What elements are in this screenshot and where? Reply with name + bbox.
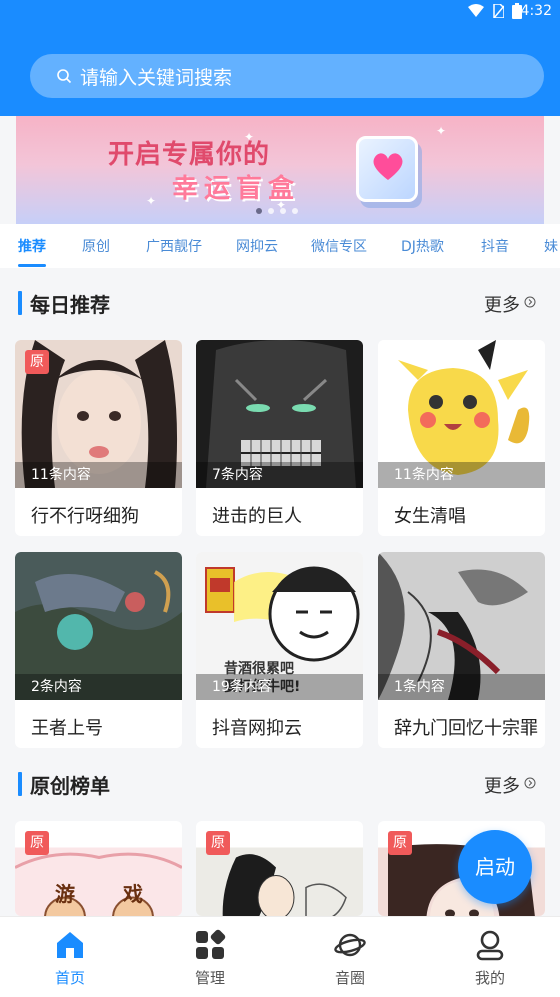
category-tabs: 推荐 原创 广西靓仔 网抑云 微信专区 DJ热歌 抖音 妹 <box>0 224 560 268</box>
search-icon <box>57 69 72 84</box>
section-title: 每日推荐 <box>30 293 110 317</box>
nav-label: 首页 <box>54 969 85 987</box>
art-text: 戏 <box>123 882 143 906</box>
search-placeholder: 请输入关键词搜索 <box>80 66 233 89</box>
banner-headline: 开启专属你的 <box>108 140 271 170</box>
original-badge: 原 <box>388 831 412 855</box>
tab-more[interactable]: 妹 <box>544 236 558 256</box>
chevron-right-icon[interactable] <box>524 777 536 789</box>
daily-section-header: 每日推荐 更多 <box>0 287 560 323</box>
playlist-card[interactable]: 原 11条内容 行不行呀细狗 <box>15 340 182 536</box>
nav-circle[interactable]: 音圈 <box>280 917 420 997</box>
nav-label: 我的 <box>474 969 505 987</box>
content-count: 2条内容 <box>15 674 182 700</box>
art-text: 游 <box>55 882 75 906</box>
wifi-icon <box>468 4 484 17</box>
carousel-dot[interactable] <box>280 208 286 214</box>
nav-home[interactable]: 首页 <box>0 917 140 997</box>
ranking-card[interactable]: 原 <box>196 821 363 916</box>
content-count: 7条内容 <box>196 462 363 488</box>
content-count: 11条内容 <box>15 462 182 488</box>
original-section-header: 原创榜单 更多 <box>0 768 560 804</box>
bottom-navigation: 首页 管理 音圈 我的 <box>0 916 560 997</box>
sparkle-icon: ✦ <box>146 194 157 208</box>
playlist-card[interactable]: 11条内容 女生清唱 <box>378 340 545 536</box>
original-badge: 原 <box>25 350 49 374</box>
nav-label: 管理 <box>194 969 225 987</box>
carousel-dot[interactable] <box>268 208 274 214</box>
content-count: 11条内容 <box>378 462 545 488</box>
original-badge: 原 <box>206 831 230 855</box>
home-icon <box>57 932 83 958</box>
status-bar: 4:32 <box>0 0 560 24</box>
banner-subheadline: 幸运盲盒 <box>172 174 301 204</box>
tab-wangyiyun[interactable]: 网抑云 <box>236 236 278 256</box>
playlist-name: 女生清唱 <box>394 506 466 527</box>
playlist-name: 王者上号 <box>31 718 103 739</box>
playlist-name: 辞九门回忆十宗罪 <box>394 718 538 739</box>
section-accent-bar <box>18 291 22 315</box>
nav-manage[interactable]: 管理 <box>140 917 280 997</box>
promo-banner[interactable]: ✦ ✦ ✦ ✦ 开启专属你的 幸运盲盒 <box>16 116 544 224</box>
grid-icon <box>196 929 226 959</box>
chevron-right-icon[interactable] <box>524 296 536 308</box>
tab-douyin[interactable]: 抖音 <box>481 236 509 256</box>
more-link[interactable]: 更多 <box>484 291 520 317</box>
start-button[interactable]: 启动 <box>458 830 532 904</box>
playlist-card[interactable]: 2条内容 王者上号 <box>15 552 182 748</box>
tab-guangxi[interactable]: 广西靓仔 <box>146 236 202 256</box>
nav-label: 音圈 <box>334 969 365 987</box>
content-count: 1条内容 <box>378 674 545 700</box>
carousel-indicator <box>256 208 298 214</box>
status-time: 4:32 <box>520 3 552 19</box>
playlist-card[interactable]: 7条内容 进击的巨人 <box>196 340 363 536</box>
original-badge: 原 <box>25 831 49 855</box>
section-title: 原创榜单 <box>30 774 110 798</box>
user-icon <box>476 930 504 961</box>
playlist-name: 行不行呀细狗 <box>31 506 139 527</box>
planet-icon <box>334 933 366 957</box>
playlist-name: 进击的巨人 <box>212 506 302 527</box>
active-tab-indicator <box>18 264 46 267</box>
playlist-card[interactable]: 昔酒很累吧 要打红牛吧! 19条内容 抖音网抑云 <box>196 552 363 748</box>
sparkle-icon: ✦ <box>436 124 447 138</box>
carousel-dot[interactable] <box>256 208 262 214</box>
content-count: 19条内容 <box>196 674 363 700</box>
nav-mine[interactable]: 我的 <box>420 917 560 997</box>
tab-wechat[interactable]: 微信专区 <box>311 236 367 256</box>
tab-original[interactable]: 原创 <box>82 236 110 256</box>
playlist-card[interactable]: 1条内容 辞九门回忆十宗罪 <box>378 552 545 748</box>
tab-dj[interactable]: DJ热歌 <box>401 236 444 256</box>
carousel-dot[interactable] <box>292 208 298 214</box>
section-accent-bar <box>18 772 22 796</box>
heart-icon <box>373 153 403 180</box>
ranking-card[interactable]: 游 戏 原 <box>15 821 182 916</box>
sim-icon <box>493 4 504 18</box>
tab-recommend[interactable]: 推荐 <box>18 236 46 256</box>
playlist-name: 抖音网抑云 <box>212 718 302 739</box>
more-link[interactable]: 更多 <box>484 772 520 798</box>
search-bar[interactable]: 请输入关键词搜索 <box>30 54 544 98</box>
